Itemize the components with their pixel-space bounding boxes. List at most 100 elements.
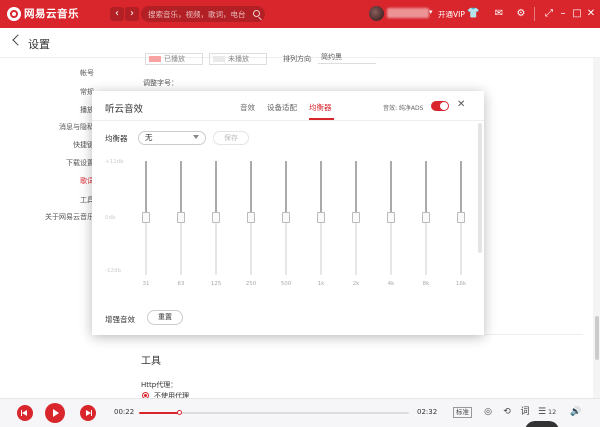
- maximize-icon[interactable]: □: [571, 8, 583, 20]
- nav-item-download[interactable]: 下载设置: [66, 158, 94, 168]
- tab-equalizer[interactable]: 均衡器: [309, 102, 332, 113]
- eq-frequency-label: 250: [245, 281, 257, 287]
- gear-icon[interactable]: ⚙: [515, 8, 527, 20]
- progress-fill: [139, 412, 180, 414]
- eq-slider-fill: [390, 161, 392, 218]
- eq-slider-thumb[interactable]: [177, 212, 185, 223]
- sound-effect-icon[interactable]: ◎: [482, 407, 494, 418]
- eq-slider-thumb[interactable]: [422, 212, 430, 223]
- preset-value: 无: [145, 133, 153, 142]
- eq-slider-thumb[interactable]: [247, 212, 255, 223]
- eq-frequency-label: 1k: [317, 281, 325, 287]
- mail-icon[interactable]: ✉: [493, 8, 505, 20]
- proxy-label: Http代理：: [141, 381, 178, 389]
- tab-effects[interactable]: 音效: [240, 102, 255, 113]
- tab-device[interactable]: 设备适配: [267, 102, 297, 113]
- eq-slider-thumb[interactable]: [317, 212, 325, 223]
- progress-handle[interactable]: [176, 410, 182, 415]
- next-bar: [91, 410, 92, 416]
- back-icon[interactable]: [12, 34, 24, 46]
- speed-button[interactable]: 标准: [453, 407, 472, 418]
- eq-slider-fill: [180, 161, 182, 218]
- netease-logo-icon[interactable]: [7, 7, 21, 21]
- eq-slider-fill: [460, 161, 462, 218]
- played-color-chip[interactable]: 已播放: [145, 53, 203, 65]
- db-label-mid: 0db: [105, 215, 116, 221]
- chevron-down-icon: [193, 135, 199, 139]
- equalizer-label: 均衡器: [105, 134, 128, 143]
- loop-icon[interactable]: ⟲: [501, 407, 513, 418]
- played-chip-label: 已播放: [164, 55, 185, 63]
- play-button[interactable]: [45, 403, 65, 423]
- save-preset-button[interactable]: 保存: [213, 131, 249, 145]
- reset-button[interactable]: 重置: [147, 310, 183, 325]
- equalizer-preset-select[interactable]: 无: [138, 131, 206, 145]
- eq-slider-thumb[interactable]: [142, 212, 150, 223]
- eq-slider-thumb[interactable]: [352, 212, 360, 223]
- skin-icon[interactable]: 👕: [467, 8, 479, 20]
- unplayed-color-chip[interactable]: 未播放: [209, 53, 267, 65]
- dialog-title: 听云音效: [105, 104, 144, 115]
- eq-frequency-label: 63: [177, 281, 185, 287]
- page-title: 设置: [28, 38, 50, 51]
- sound-effects-dialog: 听云音效 音效 设备适配 均衡器 音效: 纯净ADS ✕ 均衡器 无 保存 +1…: [92, 91, 484, 335]
- db-label-bottom: -12db: [105, 268, 121, 274]
- align-select[interactable]: 简约黑: [318, 52, 376, 64]
- nav-item-about[interactable]: 关于网易云音乐: [45, 212, 94, 222]
- dialog-close-icon[interactable]: ✕: [457, 99, 465, 110]
- nav-item-shortcuts[interactable]: 快捷键: [73, 140, 94, 150]
- playlist-icon[interactable]: ☰: [536, 407, 548, 418]
- font-size-label: 调整字号：: [143, 79, 178, 87]
- eq-frequency-label: 16k: [455, 281, 467, 287]
- eq-slider-thumb[interactable]: [387, 212, 395, 223]
- back-arrow-icon[interactable]: ‹: [110, 7, 124, 21]
- played-swatch: [149, 56, 161, 62]
- eq-slider-thumb[interactable]: [282, 212, 290, 223]
- minimize-icon[interactable]: –: [557, 8, 569, 20]
- vip-link[interactable]: 开通VIP: [438, 9, 465, 20]
- nav-item-privacy[interactable]: 消息与隐私: [59, 122, 94, 132]
- eq-frequency-label: 8k: [422, 281, 430, 287]
- play-icon: [53, 409, 59, 417]
- eq-frequency-label: 125: [210, 281, 222, 287]
- volume-icon[interactable]: 🔊: [570, 407, 582, 418]
- close-icon[interactable]: ✕: [585, 8, 597, 20]
- next-button[interactable]: [80, 405, 96, 421]
- floating-disc[interactable]: [525, 421, 559, 427]
- eq-slider-fill: [285, 161, 287, 218]
- search-icon[interactable]: [253, 10, 260, 17]
- eq-slider-fill: [355, 161, 357, 218]
- db-label-top: +12db: [105, 159, 124, 165]
- title-bar: 网易云音乐 ‹ › ▾ 开通VIP 👕 ✉ ⚙ ⤢ – □ ✕: [0, 0, 600, 28]
- unplayed-swatch: [213, 56, 225, 62]
- app-name[interactable]: 网易云音乐: [24, 6, 79, 21]
- current-time: 00:22: [114, 408, 135, 416]
- page-scrollbar-thumb[interactable]: [595, 316, 599, 360]
- search-input[interactable]: [148, 6, 248, 22]
- mini-mode-icon[interactable]: ⤢: [543, 8, 555, 20]
- dialog-scrollbar[interactable]: [478, 123, 482, 253]
- lyrics-icon[interactable]: 词: [519, 407, 531, 418]
- eq-frequency-label: 500: [280, 281, 292, 287]
- player-bar: 00:22 02:32 标准 ◎ ⟲ 词 ☰ 12 🔊: [0, 398, 600, 427]
- eq-frequency-label: 4k: [387, 281, 395, 287]
- sound-effect-label: 音效: 纯净ADS: [383, 105, 424, 112]
- titlebar-divider: [534, 7, 535, 21]
- previous-button[interactable]: [17, 405, 33, 421]
- eq-slider-fill: [215, 161, 217, 218]
- align-label: 排列方向: [283, 55, 311, 63]
- eq-slider-thumb[interactable]: [212, 212, 220, 223]
- user-dropdown-icon[interactable]: ▾: [429, 8, 433, 16]
- eq-slider-thumb[interactable]: [457, 212, 465, 223]
- username-blurred[interactable]: [387, 8, 429, 18]
- total-time: 02:32: [417, 408, 438, 416]
- nav-item-account[interactable]: 帐号: [80, 68, 94, 78]
- search-box[interactable]: [141, 6, 265, 22]
- sound-effect-toggle[interactable]: [431, 101, 449, 111]
- avatar[interactable]: [369, 6, 384, 21]
- eq-slider-fill: [145, 161, 147, 218]
- eq-slider-fill: [425, 161, 427, 218]
- unplayed-chip-label: 未播放: [228, 55, 249, 63]
- forward-arrow-icon[interactable]: ›: [125, 7, 139, 21]
- previous-bar: [21, 410, 22, 416]
